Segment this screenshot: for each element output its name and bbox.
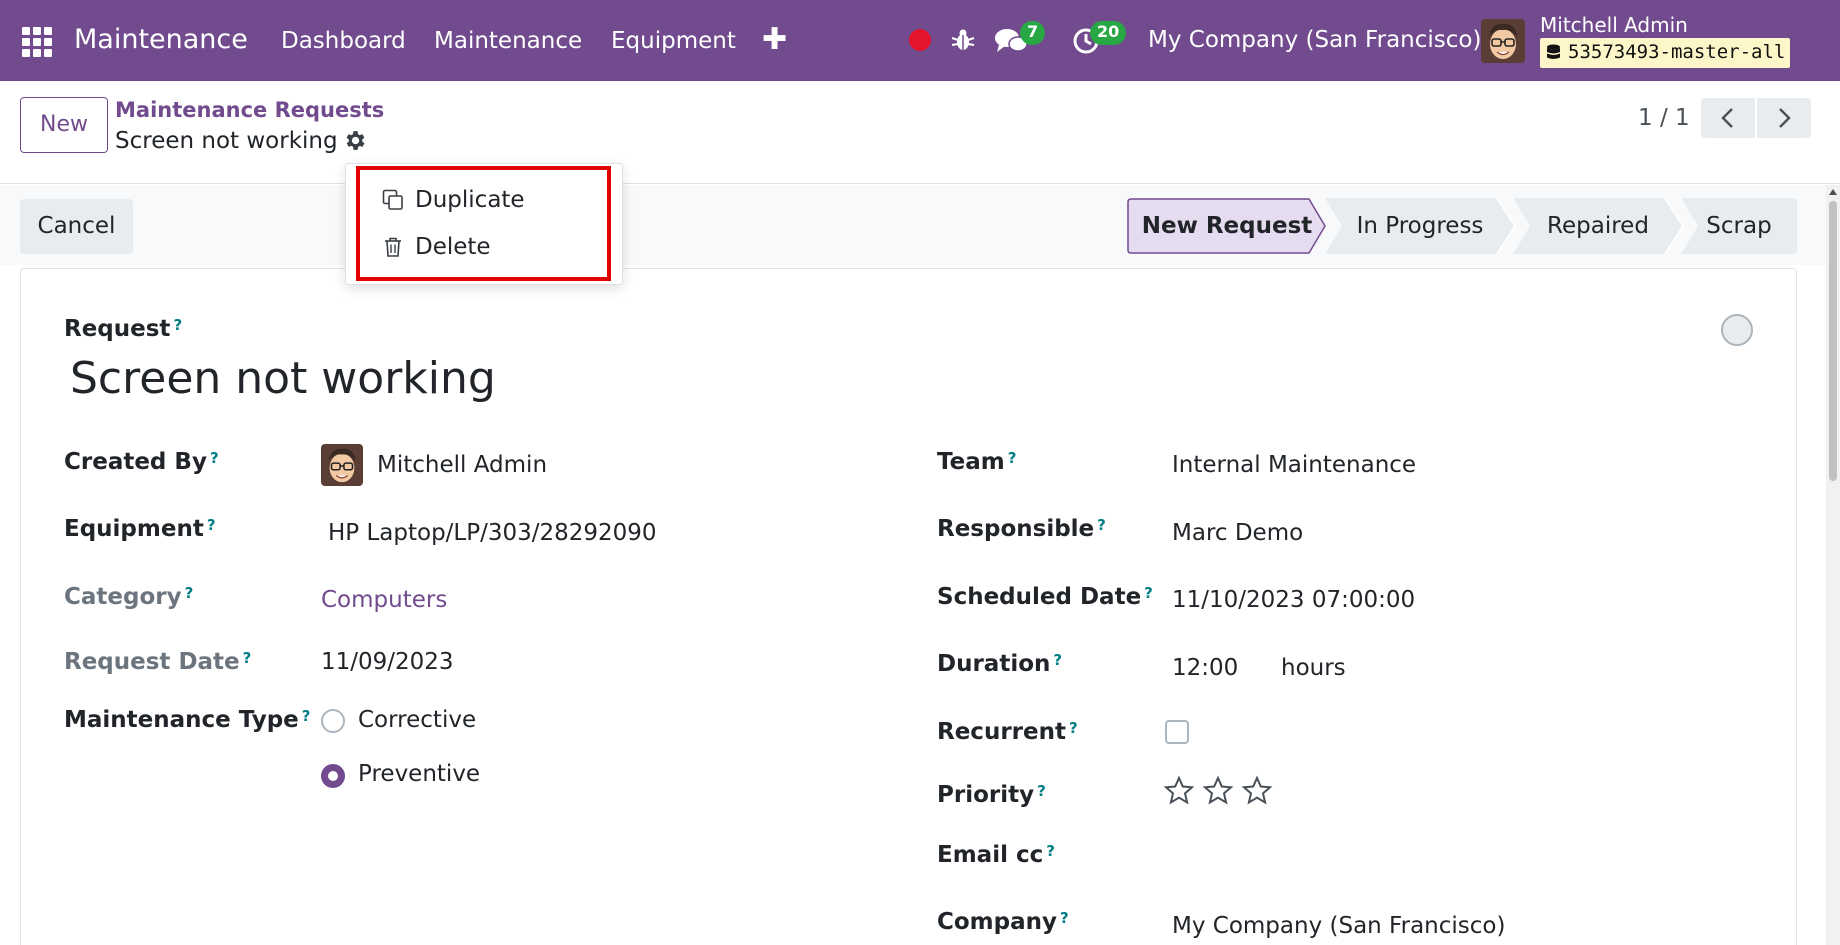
- company-label: Company?: [937, 909, 1069, 935]
- nav-dashboard[interactable]: Dashboard: [281, 26, 406, 56]
- help-tooltip[interactable]: ?: [1069, 719, 1078, 737]
- request-date-label: Request Date?: [64, 649, 252, 675]
- scheduled-date-label: Scheduled Date?: [937, 584, 1153, 610]
- chat-count-badge: 7: [1020, 21, 1046, 45]
- request-label: Request?: [64, 316, 183, 342]
- radio-corrective[interactable]: [321, 709, 345, 733]
- database-tag: 53573493-master-all: [1540, 38, 1791, 68]
- stage-label: In Progress: [1356, 213, 1484, 239]
- pager-next-button[interactable]: [1757, 98, 1811, 138]
- email-cc-label: Email cc?: [937, 842, 1055, 868]
- recurrent-checkbox[interactable]: [1165, 720, 1189, 744]
- help-tooltip[interactable]: ?: [207, 516, 216, 534]
- help-tooltip[interactable]: ?: [210, 449, 219, 467]
- user-avatar[interactable]: [1481, 19, 1525, 63]
- control-panel: New Maintenance Requests Screen not work…: [0, 81, 1840, 184]
- nav-equipment[interactable]: Equipment: [611, 26, 736, 56]
- category-value[interactable]: Computers: [321, 585, 447, 615]
- priority-star-icon[interactable]: [1163, 775, 1195, 807]
- stage-pipeline: New Request In Progress Repaired Scrap: [1127, 198, 1797, 254]
- pager-previous-button[interactable]: [1701, 98, 1755, 138]
- breadcrumb-current-record: Screen not working: [115, 128, 338, 154]
- scroll-up-arrow-icon[interactable]: [1829, 189, 1837, 195]
- pager-value[interactable]: 1 / 1: [1638, 103, 1690, 133]
- duration-unit: hours: [1281, 655, 1346, 681]
- chevron-right-icon: [1779, 108, 1791, 128]
- apps-grid-icon[interactable]: [22, 27, 52, 57]
- category-label: Category?: [64, 584, 194, 610]
- help-tooltip[interactable]: ?: [302, 707, 311, 725]
- radio-preventive-label[interactable]: Preventive: [358, 759, 480, 789]
- priority-star-icon[interactable]: [1202, 775, 1234, 807]
- request-date-value: 11/09/2023: [321, 649, 454, 675]
- help-tooltip[interactable]: ?: [1037, 782, 1046, 800]
- user-name[interactable]: Mitchell Admin: [1540, 12, 1688, 38]
- help-tooltip[interactable]: ?: [1053, 651, 1062, 669]
- equipment-label: Equipment?: [64, 516, 216, 542]
- help-tooltip[interactable]: ?: [243, 649, 252, 667]
- request-name-input[interactable]: Screen not working: [70, 351, 496, 407]
- database-icon: [1547, 44, 1560, 59]
- duration-value[interactable]: 12:00: [1172, 653, 1238, 683]
- stage-new-request[interactable]: New Request: [1127, 198, 1327, 254]
- record-icon[interactable]: [909, 29, 931, 51]
- team-value[interactable]: Internal Maintenance: [1172, 450, 1416, 480]
- top-navbar: Maintenance Dashboard Maintenance Equipm…: [0, 0, 1840, 81]
- stage-label: Repaired: [1547, 213, 1649, 239]
- activity-count-badge: 20: [1090, 21, 1127, 45]
- app-brand[interactable]: Maintenance: [74, 22, 248, 58]
- radio-preventive[interactable]: [321, 764, 345, 788]
- priority-star-icon[interactable]: [1241, 775, 1273, 807]
- kanban-state-indicator[interactable]: [1721, 314, 1753, 346]
- plus-icon[interactable]: ✚: [762, 22, 787, 58]
- responsible-value[interactable]: Marc Demo: [1172, 518, 1303, 548]
- company-switcher[interactable]: My Company (San Francisco): [1148, 25, 1481, 55]
- bug-icon[interactable]: [950, 27, 976, 53]
- new-button[interactable]: New: [20, 97, 108, 153]
- stage-label: New Request: [1141, 213, 1313, 239]
- created-by-value[interactable]: Mitchell Admin: [377, 450, 547, 480]
- radio-corrective-label[interactable]: Corrective: [358, 705, 476, 735]
- stage-scrap[interactable]: Scrap: [1681, 198, 1797, 254]
- stage-in-progress[interactable]: In Progress: [1325, 198, 1515, 254]
- annotation-highlight-box: [356, 166, 611, 281]
- breadcrumb-maintenance-requests[interactable]: Maintenance Requests: [115, 96, 384, 124]
- statusbar: Cancel New Request In Progress Repaired …: [0, 185, 1840, 265]
- help-tooltip[interactable]: ?: [1008, 449, 1017, 467]
- help-tooltip[interactable]: ?: [1097, 516, 1106, 534]
- database-name: 53573493-master-all: [1568, 41, 1786, 63]
- help-tooltip[interactable]: ?: [185, 584, 194, 602]
- gear-icon[interactable]: [342, 128, 367, 153]
- priority-label: Priority?: [937, 782, 1046, 808]
- stage-repaired[interactable]: Repaired: [1513, 198, 1683, 254]
- help-tooltip[interactable]: ?: [1144, 584, 1153, 602]
- nav-maintenance[interactable]: Maintenance: [434, 26, 582, 56]
- form-sheet: Request? Screen not working Created By? …: [20, 268, 1797, 945]
- cancel-button[interactable]: Cancel: [20, 199, 133, 254]
- responsible-label: Responsible?: [937, 516, 1106, 542]
- company-value[interactable]: My Company (San Francisco): [1172, 911, 1505, 941]
- created-by-avatar: [321, 444, 363, 486]
- scheduled-date-value[interactable]: 11/10/2023 07:00:00: [1172, 585, 1415, 615]
- page-scrollbar[interactable]: [1826, 185, 1840, 945]
- duration-label: Duration?: [937, 651, 1063, 677]
- chevron-left-icon: [1721, 108, 1733, 128]
- created-by-label: Created By?: [64, 449, 219, 475]
- maintenance-type-label: Maintenance Type?: [64, 707, 311, 733]
- equipment-value[interactable]: HP Laptop/LP/303/28292090: [328, 518, 657, 548]
- recurrent-label: Recurrent?: [937, 719, 1078, 745]
- help-tooltip[interactable]: ?: [173, 316, 182, 334]
- stage-label: Scrap: [1706, 213, 1772, 239]
- help-tooltip[interactable]: ?: [1046, 842, 1055, 860]
- help-tooltip[interactable]: ?: [1060, 909, 1069, 927]
- team-label: Team?: [937, 449, 1017, 475]
- scroll-thumb[interactable]: [1829, 201, 1837, 481]
